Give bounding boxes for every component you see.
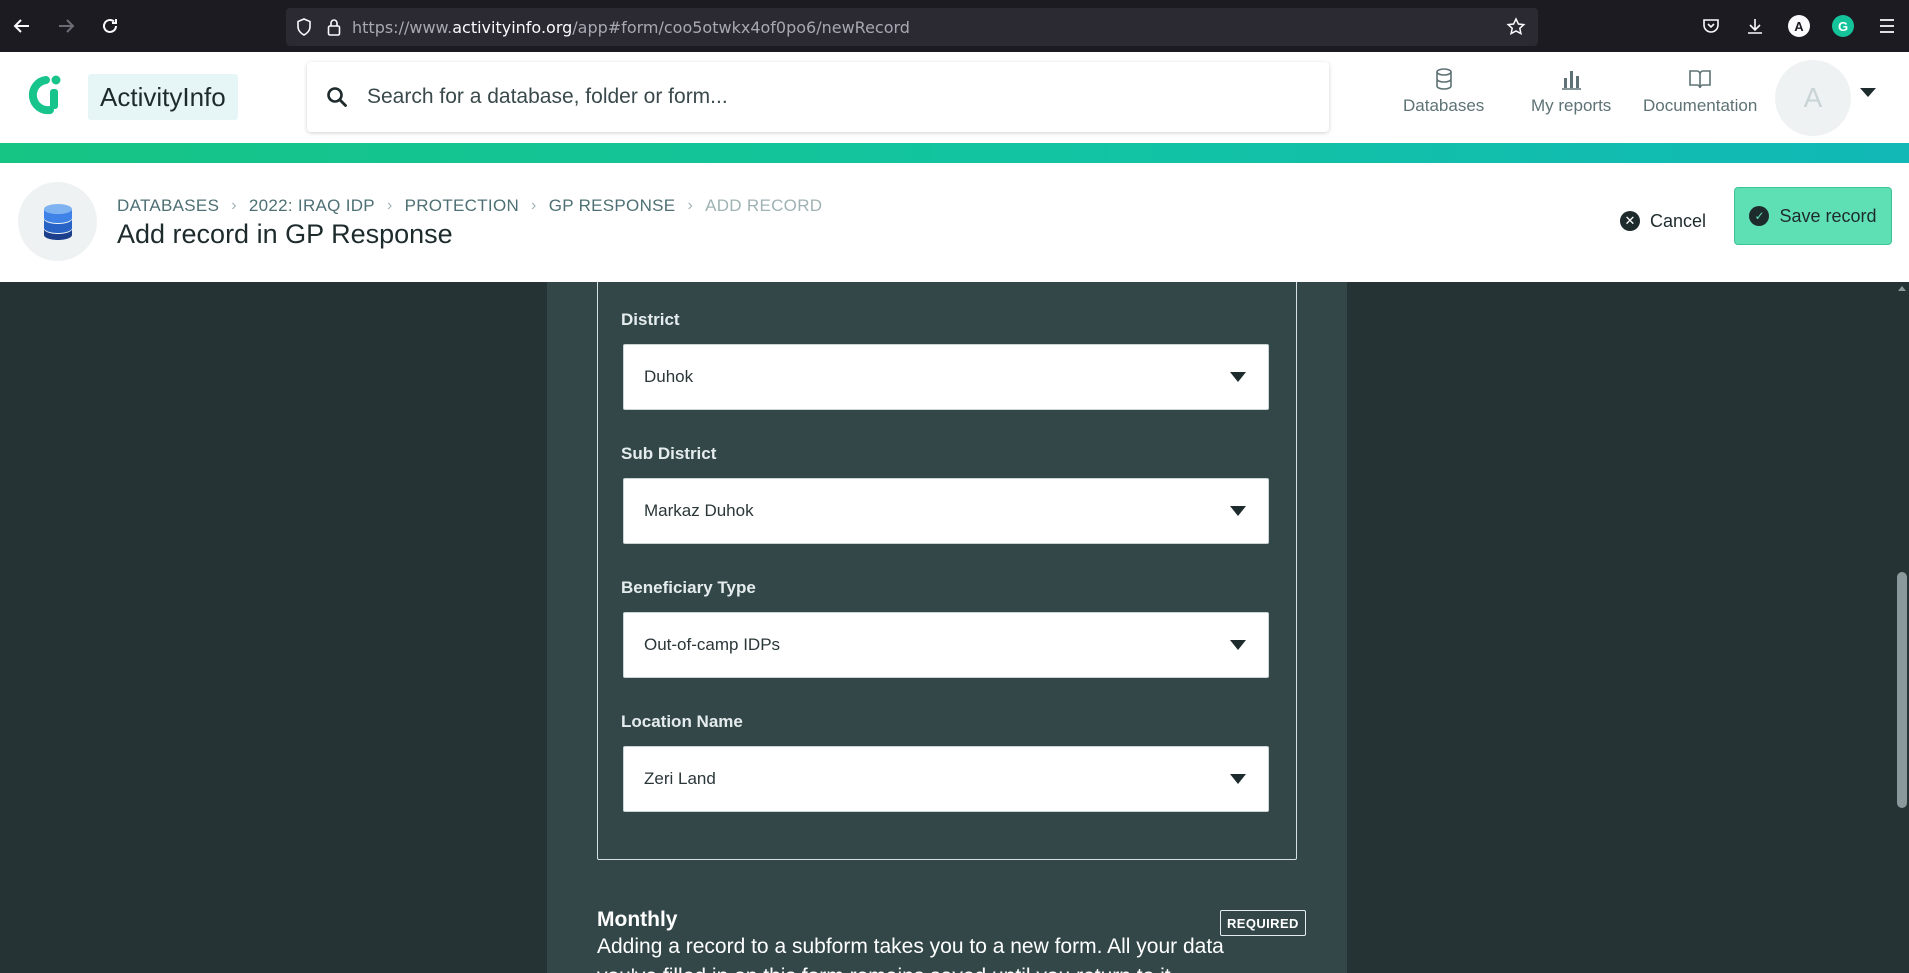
caret-down-icon <box>1230 774 1246 784</box>
nav-databases[interactable]: Databases <box>1403 68 1484 116</box>
grammarly-icon: G <box>1832 15 1854 37</box>
search-input[interactable] <box>367 85 1329 109</box>
nav-my-reports-label: My reports <box>1531 96 1612 115</box>
breadcrumb: DATABASES › 2022: IRAQ IDP › PROTECTION … <box>117 196 822 216</box>
accent-strip <box>0 143 1909 163</box>
breadcrumb-database[interactable]: 2022: IRAQ IDP <box>249 196 375 216</box>
chevron-right-icon: › <box>531 197 537 214</box>
check-circle-icon: ✓ <box>1749 206 1770 226</box>
url-path: /app#form/coo5otwkx4of0po6/newRecord <box>572 17 910 37</box>
cancel-button-label: Cancel <box>1650 210 1707 231</box>
nav-documentation-label: Documentation <box>1643 96 1758 115</box>
reload-icon <box>103 18 117 33</box>
activityinfo-logo-icon[interactable] <box>20 72 64 116</box>
forward-button[interactable] <box>44 0 88 52</box>
database-stack-icon <box>43 203 72 240</box>
search-bar[interactable] <box>307 62 1329 132</box>
shield-icon <box>286 18 322 36</box>
caret-down-icon <box>1230 640 1246 650</box>
breadcrumb-databases[interactable]: DATABASES <box>117 196 219 216</box>
forward-arrow-icon <box>59 19 75 33</box>
browser-toolbar: https://www.activityinfo.org/app#form/co… <box>0 0 1909 52</box>
save-record-button[interactable]: ✓ Save record <box>1734 187 1892 245</box>
location-name-select[interactable]: Zeri Land <box>623 746 1269 812</box>
breadcrumb-folder[interactable]: PROTECTION <box>405 196 519 216</box>
beneficiary-type-value: Out-of-camp IDPs <box>644 635 781 654</box>
database-icon <box>1435 68 1452 90</box>
caret-down-icon <box>1230 372 1246 382</box>
bar-chart-icon <box>1562 71 1582 90</box>
form-column: District Duhok Sub District Markaz Duhok… <box>547 282 1347 973</box>
page-title: Add record in GP Response <box>117 219 453 249</box>
url-text: https://www.activityinfo.org/app#form/co… <box>352 18 910 37</box>
breadcrumb-current: ADD RECORD <box>705 196 823 215</box>
database-badge <box>18 182 97 261</box>
scrollbar-thumb[interactable] <box>1897 572 1907 808</box>
url-prefix: https://www. <box>352 17 453 37</box>
district-label: District <box>621 310 680 329</box>
menu-button[interactable] <box>1865 18 1909 34</box>
profile-avatar: A <box>1788 15 1810 37</box>
district-select[interactable]: Duhok <box>623 344 1269 410</box>
close-circle-icon: ✕ <box>1620 211 1640 231</box>
nav-my-reports[interactable]: My reports <box>1531 68 1611 116</box>
subform-title: Monthly <box>597 908 678 931</box>
beneficiary-type-label: Beneficiary Type <box>621 578 756 597</box>
beneficiary-type-select[interactable]: Out-of-camp IDPs <box>623 612 1269 678</box>
breadcrumb-form[interactable]: GP RESPONSE <box>549 196 676 216</box>
url-host: activityinfo.org <box>452 17 573 37</box>
subform-description: Adding a record to a subform takes you t… <box>597 935 1224 973</box>
nav-documentation[interactable]: Documentation <box>1643 68 1757 116</box>
user-avatar[interactable]: A <box>1775 60 1851 136</box>
chevron-right-icon: › <box>386 197 393 214</box>
page-toolbar: DATABASES › 2022: IRAQ IDP › PROTECTION … <box>0 163 1909 282</box>
caret-down-icon <box>1230 506 1246 516</box>
app-header: ActivityInfo Databases My reports Docume… <box>0 52 1909 143</box>
lock-icon <box>322 18 346 36</box>
sub-district-select[interactable]: Markaz Duhok <box>623 478 1269 544</box>
search-icon <box>307 86 367 108</box>
chevron-right-icon: › <box>687 197 694 214</box>
download-icon[interactable] <box>1733 17 1777 35</box>
hamburger-icon <box>1880 19 1894 33</box>
brand-name[interactable]: ActivityInfo <box>88 74 238 120</box>
cancel-button[interactable]: ✕ Cancel <box>1620 204 1706 238</box>
profile-button[interactable]: A <box>1777 15 1821 37</box>
grammarly-extension-button[interactable]: G <box>1821 15 1865 37</box>
form-scroll-area: District Duhok Sub District Markaz Duhok… <box>0 282 1909 973</box>
back-arrow-icon <box>13 19 29 33</box>
sub-district-value: Markaz Duhok <box>644 501 754 520</box>
scroll-up-arrow-icon[interactable] <box>1898 286 1906 291</box>
nav-databases-label: Databases <box>1403 96 1485 115</box>
address-bar[interactable]: https://www.activityinfo.org/app#form/co… <box>286 8 1538 46</box>
district-value: Duhok <box>644 367 694 386</box>
bookmark-star-icon[interactable] <box>1506 17 1526 42</box>
reload-button[interactable] <box>88 0 132 52</box>
location-name-value: Zeri Land <box>644 769 716 788</box>
sub-district-label: Sub District <box>621 444 717 463</box>
save-record-label: Save record <box>1779 205 1877 226</box>
user-menu-caret-icon[interactable] <box>1860 88 1876 97</box>
pocket-icon[interactable] <box>1689 17 1733 35</box>
location-name-label: Location Name <box>621 712 743 731</box>
scrollbar[interactable] <box>1895 282 1909 973</box>
back-button[interactable] <box>0 0 44 52</box>
book-icon <box>1689 70 1711 89</box>
chevron-right-icon: › <box>231 197 237 214</box>
